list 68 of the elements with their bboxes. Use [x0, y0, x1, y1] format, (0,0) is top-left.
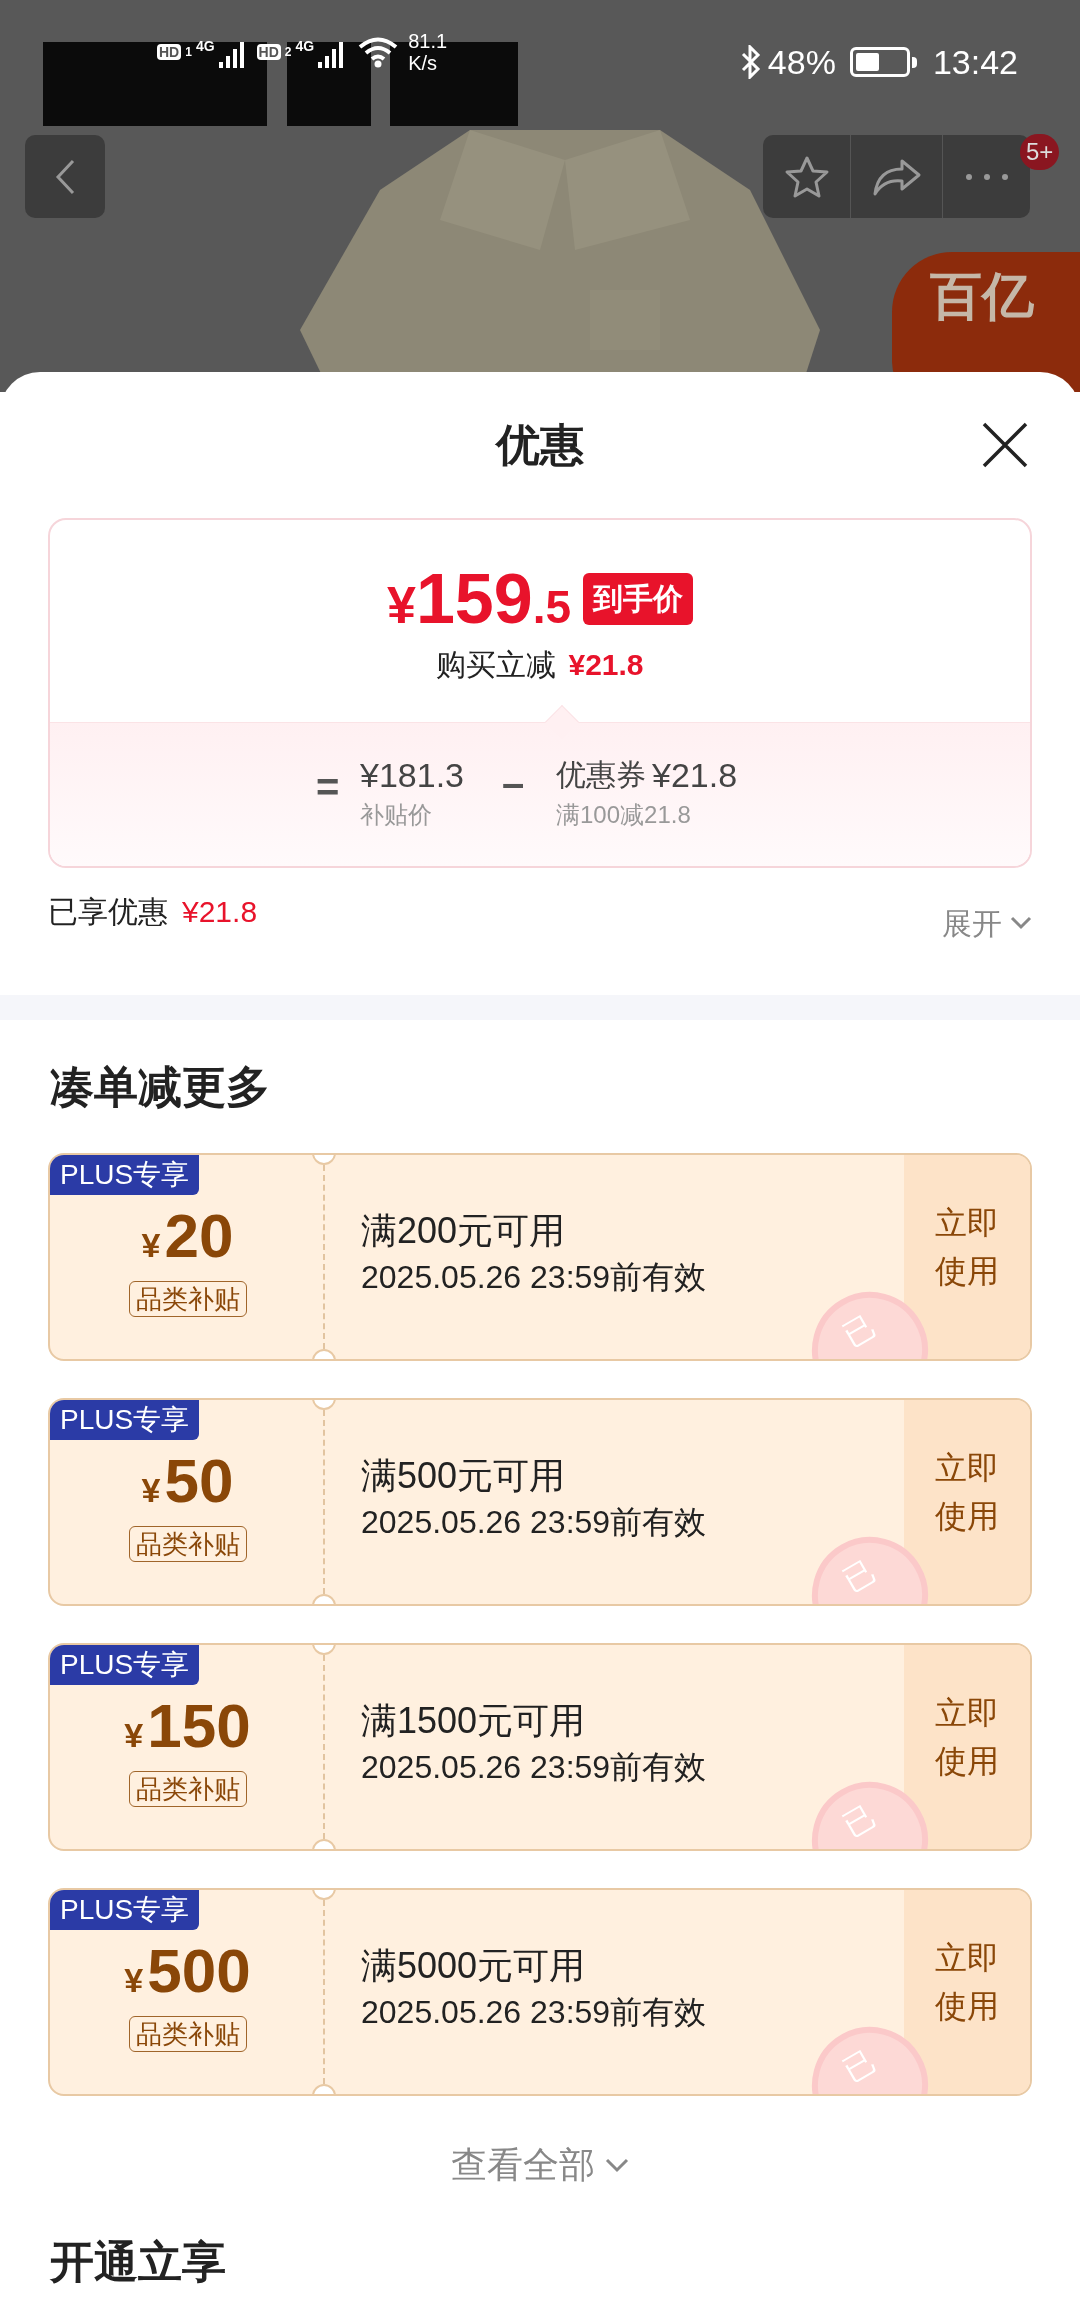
- close-button[interactable]: [980, 420, 1030, 470]
- enjoyed-amount: ¥21.8: [182, 893, 258, 930]
- coupon-expiry: 2025.05.26 23:59前有效: [361, 1503, 708, 1542]
- category-tag: 品类补贴: [128, 1281, 247, 1317]
- sim-index: 2: [284, 44, 292, 61]
- saving-amount: ¥21.8: [568, 647, 644, 683]
- final-price-tag: 到手价: [583, 573, 694, 625]
- use-now-button[interactable]: 立即使用: [904, 1155, 1030, 1359]
- network-type: 4G: [295, 37, 315, 56]
- chevron-down-icon: [605, 2157, 629, 2173]
- wifi-icon: [358, 36, 399, 68]
- plus-tag: PLUS专享: [50, 1645, 200, 1685]
- view-all-button[interactable]: 查看全部: [451, 2138, 629, 2192]
- price-integer: 159: [415, 564, 533, 634]
- battery-percent: 48%: [767, 42, 836, 83]
- hd-label: HD: [157, 44, 182, 60]
- coupon-currency: ¥: [124, 1963, 144, 1997]
- coupon-amount: 500: [147, 1940, 251, 2002]
- base-price-label: 补贴价: [360, 800, 433, 830]
- coupon-currency: ¥: [141, 1228, 161, 1262]
- coupon-amount: 20: [164, 1205, 234, 1267]
- use-now-button[interactable]: 立即使用: [904, 1645, 1030, 1849]
- category-tag: 品类补贴: [128, 1771, 247, 1807]
- equals-sign: =: [316, 764, 341, 811]
- network-speed: 81.1: [408, 30, 448, 52]
- speed-unit: K/s: [408, 52, 439, 74]
- use-now-button[interactable]: 立即使用: [904, 1400, 1030, 1604]
- coupon-label: 优惠券: [556, 757, 646, 793]
- section-title: 开通立享: [50, 2236, 226, 2288]
- coupon-expiry: 2025.05.26 23:59前有效: [361, 1748, 708, 1787]
- close-icon: [981, 421, 1029, 469]
- coupon-expiry: 2025.05.26 23:59前有效: [361, 1258, 708, 1297]
- coupon-condition: 满500元可用: [361, 1454, 567, 1498]
- price-currency: ¥: [386, 579, 416, 631]
- bluetooth-icon: [739, 45, 762, 79]
- coupon-condition: 满5000元可用: [361, 1944, 587, 1988]
- network-type: 4G: [195, 37, 215, 56]
- more-icon: [964, 172, 1009, 181]
- hd-label: HD: [256, 44, 281, 60]
- coupon-amount: 150: [147, 1695, 251, 1757]
- coupon-amount: ¥21.8: [652, 755, 738, 796]
- coupon-amount: 50: [164, 1450, 234, 1512]
- enjoyed-label: 已享优惠: [48, 893, 168, 930]
- base-price: ¥181.3: [360, 755, 465, 796]
- plus-tag: PLUS专享: [50, 1890, 200, 1930]
- plus-tag: PLUS专享: [50, 1155, 200, 1195]
- price-decimal: .5: [532, 584, 572, 630]
- coupon-condition: 满1500元可用: [361, 1699, 587, 1743]
- expand-button[interactable]: 展开: [942, 900, 1032, 946]
- section-title: 凑单减更多: [50, 1060, 270, 1113]
- sim-index: 1: [185, 44, 192, 61]
- coupon-rule: 满100减21.8: [556, 800, 692, 830]
- coupon-expiry: 2025.05.26 23:59前有效: [361, 1993, 708, 2032]
- plus-tag: PLUS专享: [50, 1400, 200, 1440]
- sheet-title: 优惠: [496, 419, 584, 471]
- saving-label: 购买立减: [436, 647, 557, 683]
- battery-icon: [849, 47, 917, 77]
- clock-time: 13:42: [932, 42, 1018, 83]
- minus-sign: –: [502, 760, 526, 807]
- use-now-button[interactable]: 立即使用: [904, 1890, 1030, 2094]
- back-icon: [54, 157, 76, 196]
- category-tag: 品类补贴: [128, 1526, 247, 1562]
- coupon-condition: 满200元可用: [361, 1209, 567, 1253]
- category-tag: 品类补贴: [128, 2016, 247, 2052]
- star-icon: [783, 154, 830, 199]
- chevron-down-icon: [1010, 916, 1032, 930]
- coupon-currency: ¥: [124, 1718, 144, 1752]
- coupon-currency: ¥: [141, 1473, 161, 1507]
